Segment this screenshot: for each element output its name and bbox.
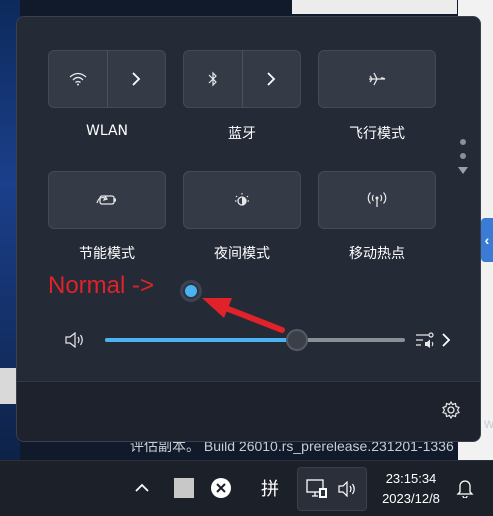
tile-night-light[interactable] xyxy=(183,171,301,229)
page-dot-1[interactable] xyxy=(460,139,466,145)
hotspot-icon xyxy=(367,191,387,209)
volume-slider-fill xyxy=(105,338,297,342)
night-light-icon xyxy=(233,191,251,209)
tile-label-hotspot: 移动热点 xyxy=(349,246,405,262)
clock-date: 2023/12/8 xyxy=(382,491,440,506)
volume-row xyxy=(60,326,460,354)
bell-icon xyxy=(456,478,474,498)
chevron-right-icon[interactable] xyxy=(441,333,451,347)
bluetooth-expand-button[interactable] xyxy=(241,51,300,107)
page-indicator[interactable] xyxy=(458,139,468,174)
page-down-icon[interactable] xyxy=(458,167,468,174)
bluetooth-toggle[interactable] xyxy=(184,51,242,107)
battery-saver-icon xyxy=(96,193,118,207)
wlan-toggle[interactable] xyxy=(49,51,107,107)
close-app-icon[interactable] xyxy=(211,478,231,498)
side-expand-tab[interactable]: ‹ xyxy=(481,218,493,262)
tile-airplane[interactable] xyxy=(318,50,436,108)
ime-indicator[interactable]: 拼 xyxy=(258,476,282,500)
chevron-up-icon xyxy=(135,483,149,493)
bluetooth-icon xyxy=(207,71,219,87)
airplane-icon xyxy=(368,71,386,87)
tile-label-wlan: WLAN xyxy=(85,123,128,139)
audio-output-icon[interactable] xyxy=(415,331,437,349)
wifi-icon xyxy=(69,72,87,86)
wlan-expand-button[interactable] xyxy=(106,51,165,107)
background-window-top xyxy=(292,0,457,14)
chevron-right-icon xyxy=(131,72,141,86)
speaker-icon[interactable] xyxy=(64,332,86,348)
show-hidden-icons-button[interactable] xyxy=(133,479,151,497)
panel-footer xyxy=(17,381,480,441)
taskbar: 拼 23:15:34 2023/12/8 xyxy=(0,460,493,516)
taskbar-clock[interactable]: 23:15:34 2023/12/8 xyxy=(373,469,449,509)
network-volume-tray-button[interactable] xyxy=(297,467,367,511)
clock-time: 23:15:34 xyxy=(385,471,437,486)
tile-label-night-light: 夜间模式 xyxy=(214,246,270,262)
tile-label-battery-saver: 节能模式 xyxy=(79,246,135,262)
volume-slider[interactable] xyxy=(105,329,405,351)
tile-label-bluetooth: 蓝牙 xyxy=(228,126,256,142)
chevron-right-icon xyxy=(266,72,276,86)
tile-battery-saver[interactable] xyxy=(48,171,166,229)
network-icon xyxy=(306,479,328,499)
annotation-label: Normal -> xyxy=(48,272,155,299)
volume-slider-thumb[interactable] xyxy=(286,329,308,351)
tile-wlan[interactable] xyxy=(48,50,166,108)
tile-bluetooth[interactable] xyxy=(183,50,301,108)
tile-hotspot[interactable] xyxy=(318,171,436,229)
watermark-tail: w xyxy=(484,415,493,431)
gear-icon[interactable] xyxy=(441,400,461,420)
quick-settings-panel: WLAN 蓝牙 飞行模式 节能模式 夜间模式 移动热点 xyxy=(16,16,481,442)
notifications-button[interactable] xyxy=(455,478,475,498)
stop-app-icon[interactable] xyxy=(174,478,194,498)
volume-tray-icon xyxy=(337,481,357,497)
tile-label-airplane: 飞行模式 xyxy=(349,126,405,142)
page-dot-2[interactable] xyxy=(460,153,466,159)
